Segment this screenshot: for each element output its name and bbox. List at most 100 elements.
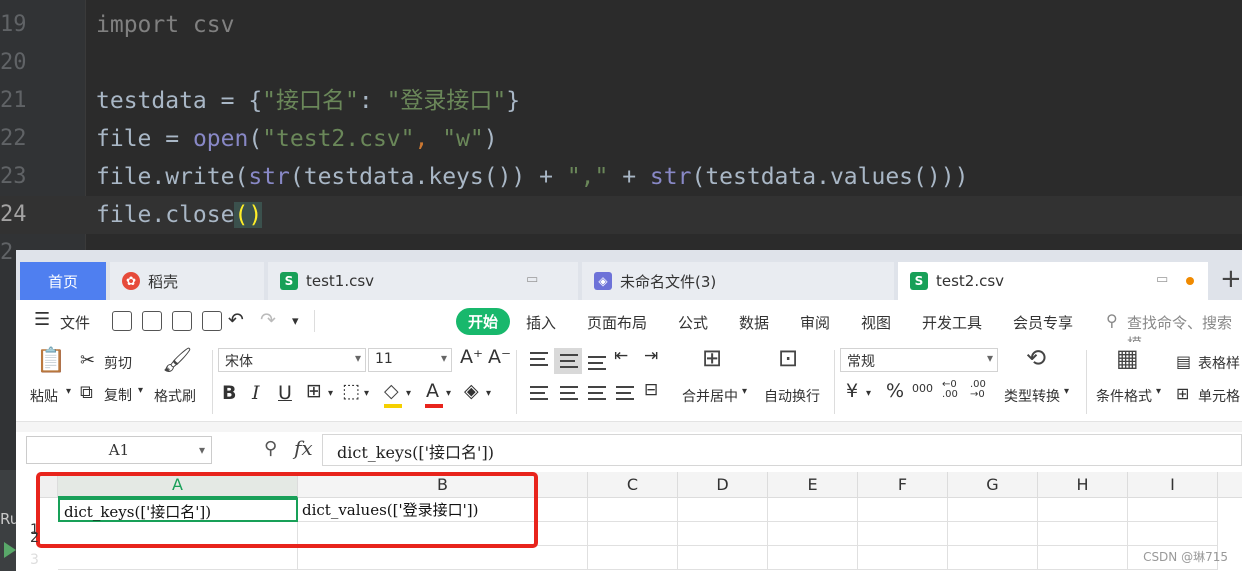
menu-member[interactable]: 会员专享 xyxy=(1013,312,1073,333)
decrease-decimal-icon[interactable]: .00 →0 xyxy=(970,380,986,400)
format-painter-button[interactable]: 格式刷 xyxy=(154,386,196,406)
column-header-d[interactable]: D xyxy=(678,472,768,498)
undo-icon[interactable]: ↶ xyxy=(228,309,244,331)
code-line[interactable]: 23 file.write(str(testdata.keys()) + "," … xyxy=(0,158,1242,196)
search-icon[interactable]: ⚲ xyxy=(1106,311,1118,330)
menu-data[interactable]: 数据 xyxy=(739,312,769,333)
clear-dropdown-icon[interactable]: ▾ xyxy=(486,388,491,399)
fill-color-icon[interactable]: ◇ xyxy=(384,380,399,402)
cell-c3[interactable] xyxy=(588,546,678,570)
paste-dropdown-icon[interactable]: ▾ xyxy=(66,386,71,397)
align-right-icon[interactable] xyxy=(588,386,606,400)
align-left-icon[interactable] xyxy=(530,386,548,400)
save-icon[interactable] xyxy=(112,311,132,331)
cell-h2[interactable] xyxy=(1038,522,1128,546)
percent-icon[interactable]: % xyxy=(886,380,904,402)
menu-view[interactable]: 视图 xyxy=(861,312,891,333)
code-line[interactable]: 24 file.close() xyxy=(0,196,1242,234)
code-line[interactable]: 19 import csv xyxy=(0,6,1242,44)
font-family-select[interactable]: 宋体 xyxy=(218,348,366,372)
underline-icon[interactable]: U xyxy=(278,382,292,404)
cell-g2[interactable] xyxy=(948,522,1038,546)
cell-f3[interactable] xyxy=(858,546,948,570)
conditional-format-button[interactable]: 条件格式 xyxy=(1096,386,1152,406)
cell-h1[interactable] xyxy=(1038,498,1128,522)
tab-test1-csv[interactable]: S test1.csv ▭ xyxy=(268,262,578,300)
cell-b2[interactable] xyxy=(298,522,588,546)
name-box[interactable]: A1 xyxy=(26,436,212,464)
code-line[interactable]: 21 testdata = {"接口名": "登录接口"} xyxy=(0,82,1242,120)
cell-e1[interactable] xyxy=(768,498,858,522)
cell-c1[interactable] xyxy=(588,498,678,522)
convert-dropdown-icon[interactable]: ▾ xyxy=(1064,386,1069,397)
row-header-2[interactable]: 2 xyxy=(30,530,39,546)
decrease-indent-icon[interactable]: ⇤ xyxy=(614,346,628,366)
column-header-a[interactable]: A xyxy=(58,472,298,498)
tab-untitled[interactable]: ◈ 未命名文件(3) xyxy=(582,262,894,300)
redo-icon[interactable]: ↷ xyxy=(260,309,276,331)
insert-function-button[interactable]: fx xyxy=(294,436,313,460)
row-header-3[interactable]: 3 xyxy=(30,552,39,568)
eraser-icon[interactable]: ◈ xyxy=(464,380,479,402)
column-header-h[interactable]: H xyxy=(1038,472,1128,498)
column-header-f[interactable]: F xyxy=(858,472,948,498)
code-line[interactable]: 20 xyxy=(0,44,1242,82)
currency-dropdown-icon[interactable]: ▾ xyxy=(866,388,871,399)
cell-f2[interactable] xyxy=(858,522,948,546)
column-header-i[interactable]: I xyxy=(1128,472,1218,498)
font-color-dropdown-icon[interactable]: ▾ xyxy=(446,388,451,399)
justify-icon[interactable] xyxy=(616,386,634,400)
zoom-search-icon[interactable]: ⚲ xyxy=(264,438,277,459)
hamburger-icon[interactable]: ☰ xyxy=(34,309,50,330)
cell-d3[interactable] xyxy=(678,546,768,570)
cell-b3[interactable] xyxy=(298,546,588,570)
code-line[interactable]: 22 file = open("test2.csv", "w") xyxy=(0,120,1242,158)
quick-access-more-icon[interactable]: ▾ xyxy=(292,314,299,329)
font-color-icon[interactable]: A xyxy=(426,380,439,402)
align-middle-icon[interactable] xyxy=(560,354,578,368)
border-dropdown-icon[interactable]: ▾ xyxy=(328,388,333,399)
cell-g1[interactable] xyxy=(948,498,1038,522)
cell-style-button[interactable]: 单元格 xyxy=(1198,386,1240,406)
border-icon[interactable]: ⊞ xyxy=(306,380,322,402)
align-bottom-icon[interactable] xyxy=(588,356,606,370)
merge-center-button[interactable]: 合并居中 xyxy=(682,386,738,406)
type-convert-button[interactable]: 类型转换 xyxy=(1004,386,1060,406)
menu-file[interactable]: 文件 xyxy=(60,312,90,333)
paste-icon[interactable]: 📋 xyxy=(36,346,66,374)
increase-font-icon[interactable]: A⁺ xyxy=(460,346,483,368)
conditional-format-dropdown-icon[interactable]: ▾ xyxy=(1156,386,1161,397)
copy-dropdown-icon[interactable]: ▾ xyxy=(138,385,143,396)
export-pdf-icon[interactable] xyxy=(142,311,162,331)
cell-h3[interactable] xyxy=(1038,546,1128,570)
formula-input[interactable]: dict_keys(['接口名']) xyxy=(322,434,1242,466)
cell-a3[interactable] xyxy=(58,546,298,570)
print-icon[interactable] xyxy=(172,311,192,331)
new-tab-button[interactable]: + xyxy=(1220,264,1242,294)
fill-dropdown-icon[interactable]: ▾ xyxy=(406,388,411,399)
cell-c2[interactable] xyxy=(588,522,678,546)
paste-button[interactable]: 粘贴 xyxy=(30,386,58,406)
align-center-icon[interactable] xyxy=(560,386,578,400)
font-size-select[interactable]: 11 xyxy=(368,348,452,372)
column-header-next[interactable] xyxy=(1218,472,1242,498)
column-header-g[interactable]: G xyxy=(948,472,1038,498)
copy-button[interactable]: 复制 xyxy=(104,385,132,405)
menu-insert[interactable]: 插入 xyxy=(526,312,556,333)
cell-b1[interactable]: dict_values(['登录接口']) xyxy=(298,498,588,522)
cell-e3[interactable] xyxy=(768,546,858,570)
column-header-b[interactable]: B xyxy=(298,472,588,498)
distributed-icon[interactable]: ⊟ xyxy=(644,380,658,400)
run-icon[interactable] xyxy=(4,542,16,558)
select-all-corner[interactable] xyxy=(40,472,58,498)
column-header-c[interactable]: C xyxy=(588,472,678,498)
cell-style-dropdown-icon[interactable]: ▾ xyxy=(364,388,369,399)
cell-d1[interactable] xyxy=(678,498,768,522)
tab-docer[interactable]: ✿ 稻壳 xyxy=(110,262,264,300)
decrease-font-icon[interactable]: A⁻ xyxy=(488,346,511,368)
cell-e2[interactable] xyxy=(768,522,858,546)
cell-i1[interactable] xyxy=(1128,498,1218,522)
menu-home-start[interactable]: 开始 xyxy=(456,308,511,335)
increase-indent-icon[interactable]: ⇥ xyxy=(644,346,658,366)
thousands-icon[interactable]: 000 xyxy=(912,382,933,395)
